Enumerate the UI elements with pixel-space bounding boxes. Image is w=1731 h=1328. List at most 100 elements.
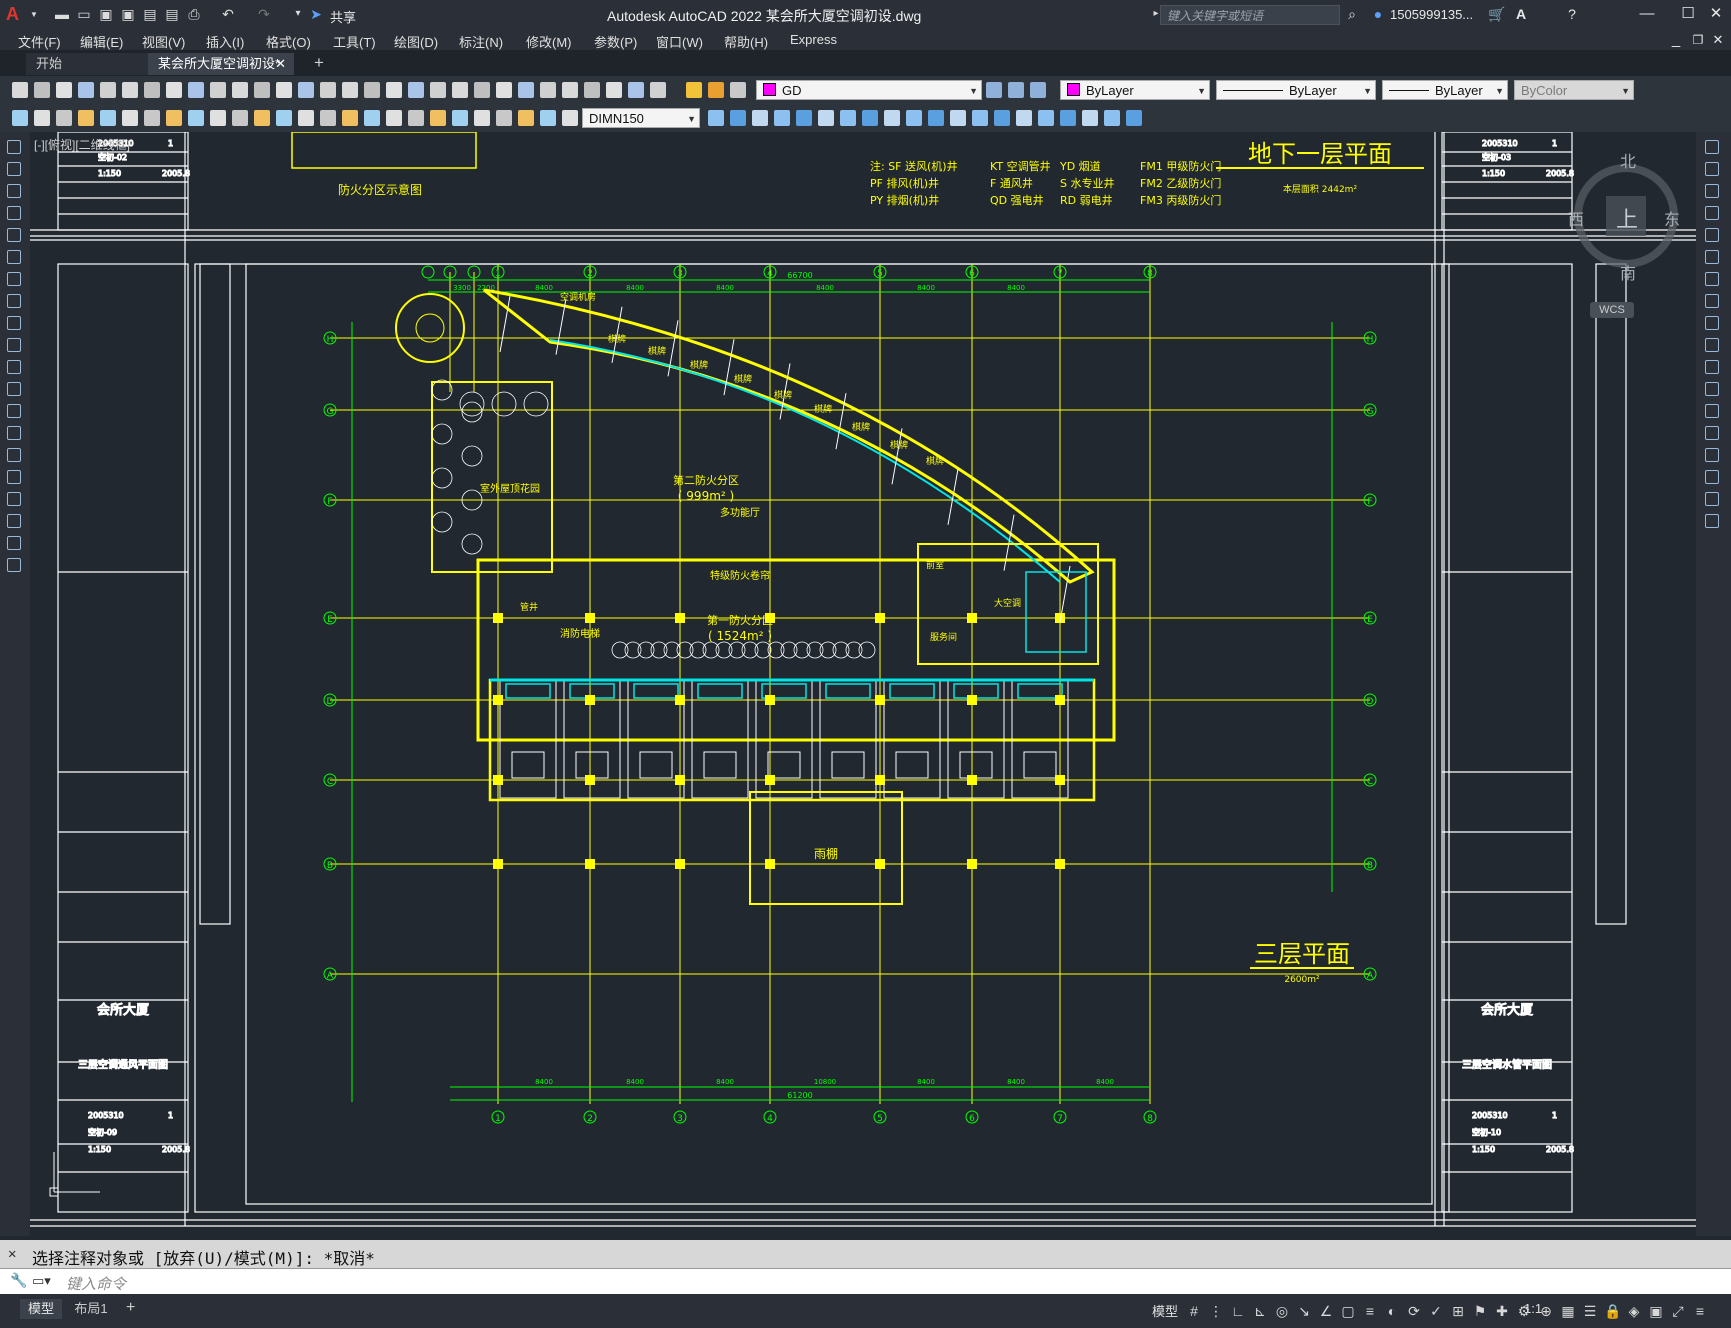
array-icon[interactable] — [1705, 228, 1719, 242]
dimstyle-icon[interactable] — [452, 110, 468, 126]
extend-icon[interactable] — [906, 110, 922, 126]
dim-edit-icon[interactable] — [386, 110, 402, 126]
dimstyle-dropdown[interactable]: DIMN150 ▼ — [582, 108, 700, 128]
tab-layout1[interactable]: 布局1 — [66, 1299, 116, 1319]
chamfer-icon[interactable] — [972, 110, 988, 126]
dim-jogged-icon[interactable] — [122, 110, 138, 126]
tab-close-icon[interactable]: ✕ — [275, 53, 286, 75]
trim-icon[interactable] — [884, 110, 900, 126]
palettes-icon[interactable] — [628, 82, 644, 98]
tab-start[interactable]: 开始 — [26, 53, 152, 75]
make-current-icon[interactable] — [986, 82, 1002, 98]
transparency-icon[interactable]: ◐ — [1384, 1303, 1400, 1319]
cart-icon[interactable]: 🛒 — [1488, 6, 1505, 22]
designcenter-icon[interactable] — [254, 82, 270, 98]
jogged-linear-icon[interactable] — [364, 110, 380, 126]
block-icon[interactable] — [1060, 110, 1076, 126]
zoom-icon[interactable] — [540, 82, 556, 98]
doc-minimize-icon[interactable]: _ — [1664, 30, 1688, 50]
fillet-icon[interactable] — [1705, 470, 1719, 484]
viewcube-east[interactable]: 东 — [1664, 206, 1680, 230]
isodraft-icon[interactable]: ↘ — [1296, 1303, 1312, 1319]
menu-express[interactable]: Express — [790, 32, 837, 47]
menu-dimension[interactable]: 标注(N) — [459, 32, 503, 51]
mline-icon[interactable] — [540, 110, 556, 126]
undo-icon[interactable] — [474, 82, 490, 98]
chamfer-icon[interactable] — [1705, 448, 1719, 462]
extend-icon[interactable] — [1705, 360, 1719, 374]
revcloud-icon[interactable] — [7, 294, 21, 308]
design-icon[interactable] — [606, 82, 622, 98]
fillet-icon[interactable] — [994, 110, 1010, 126]
cad-drawing[interactable]: 会所大厦三层空调通风平面图 2005310 1 空初-09 1:150 2005.8 会所大… — [30, 132, 1696, 1236]
quick-dim-icon[interactable] — [188, 110, 204, 126]
rotate-icon[interactable] — [1705, 272, 1719, 286]
break-at-point-icon[interactable] — [1705, 382, 1719, 396]
scale-icon[interactable] — [840, 110, 856, 126]
command-line[interactable]: 🔧 ▭▾ 键入命令 — [0, 1268, 1731, 1295]
make-block-icon[interactable] — [7, 404, 21, 418]
wcs-menu[interactable]: WCS — [1590, 302, 1634, 318]
new-tab-icon[interactable]: + — [314, 53, 324, 73]
maximize-icon[interactable]: ☐ — [1676, 4, 1700, 24]
pan-icon[interactable] — [518, 82, 534, 98]
dim-text-edit-icon[interactable] — [408, 110, 424, 126]
stretch-icon[interactable] — [862, 110, 878, 126]
circle-icon[interactable] — [7, 272, 21, 286]
insert-block-icon[interactable] — [7, 382, 21, 396]
preview-icon[interactable] — [100, 82, 116, 98]
dim-break-icon[interactable] — [276, 110, 292, 126]
construction-line-icon[interactable] — [7, 162, 21, 176]
tab-drawing[interactable]: 某会所大厦空调初设* ✕ — [148, 53, 294, 75]
minimize-icon[interactable]: — — [1635, 4, 1659, 24]
dim-angular-icon[interactable] — [166, 110, 182, 126]
zoom-extents-icon[interactable] — [562, 82, 578, 98]
break-icon[interactable] — [928, 110, 944, 126]
close-cmd-icon[interactable]: ✕ — [8, 1246, 16, 1262]
lineweight-dropdown[interactable]: ByLayer ▼ — [1382, 80, 1508, 100]
save-web-icon[interactable]: ▤ — [164, 6, 180, 22]
polar-icon[interactable]: ◎ — [1274, 1303, 1290, 1319]
save-icon[interactable] — [56, 82, 72, 98]
properties-icon[interactable] — [232, 82, 248, 98]
workspace-icon[interactable]: ⚙ — [1516, 1303, 1532, 1319]
menu-window[interactable]: 窗口(W) — [656, 32, 703, 51]
menu-modify[interactable]: 修改(M) — [526, 32, 572, 51]
lineweight-icon[interactable]: ≡ — [1362, 1303, 1378, 1319]
saveas-icon[interactable]: ▣ — [120, 6, 136, 22]
polygon-icon[interactable] — [7, 206, 21, 220]
viewcube-north[interactable]: 北 — [1620, 148, 1636, 172]
autocad-logo-icon[interactable]: A — [6, 4, 19, 25]
line-icon[interactable] — [474, 110, 490, 126]
auto-scale-icon[interactable]: ✚ — [1494, 1303, 1510, 1319]
osnap-tracking-icon[interactable]: ∠ — [1318, 1303, 1334, 1319]
ellipse-arc-icon[interactable] — [7, 360, 21, 374]
join-icon[interactable] — [950, 110, 966, 126]
plot-icon[interactable] — [78, 82, 94, 98]
share-icon[interactable]: ➤ — [308, 6, 324, 22]
search-icon[interactable]: ⌕ — [1344, 6, 1360, 22]
customize-qat-icon[interactable]: ▾ — [290, 6, 306, 22]
pline-icon[interactable] — [562, 110, 578, 126]
insert-icon[interactable] — [1082, 110, 1098, 126]
rectangle-icon[interactable] — [7, 228, 21, 242]
blend-icon[interactable] — [1016, 110, 1032, 126]
publish-icon[interactable] — [122, 82, 138, 98]
layer-state-icon[interactable] — [686, 82, 702, 98]
color-dropdown[interactable]: ByLayer ▼ — [1060, 80, 1210, 100]
dim-space-icon[interactable] — [254, 110, 270, 126]
a360-icon[interactable]: A — [1516, 6, 1526, 22]
table-icon[interactable] — [7, 514, 21, 528]
properties2-icon[interactable] — [584, 82, 600, 98]
units-icon[interactable]: ▦ — [1560, 1303, 1576, 1319]
open-icon[interactable]: ▭ — [76, 6, 92, 22]
offset-icon[interactable] — [1705, 206, 1719, 220]
zoom-previous-icon[interactable] — [210, 82, 226, 98]
model-space-label[interactable]: 模型 — [1152, 1301, 1178, 1320]
markup-icon[interactable] — [320, 82, 336, 98]
layer-dropdown[interactable]: GD ▼ — [756, 80, 982, 100]
plotstyle-dropdown[interactable]: ByColor ▼ — [1514, 80, 1634, 100]
annotation-monitor-icon[interactable]: ⊕ — [1538, 1303, 1554, 1319]
3d-osnap-icon[interactable]: ✓ — [1428, 1303, 1444, 1319]
viewport-controls[interactable]: [-][俯视][二维线框] — [34, 136, 130, 153]
